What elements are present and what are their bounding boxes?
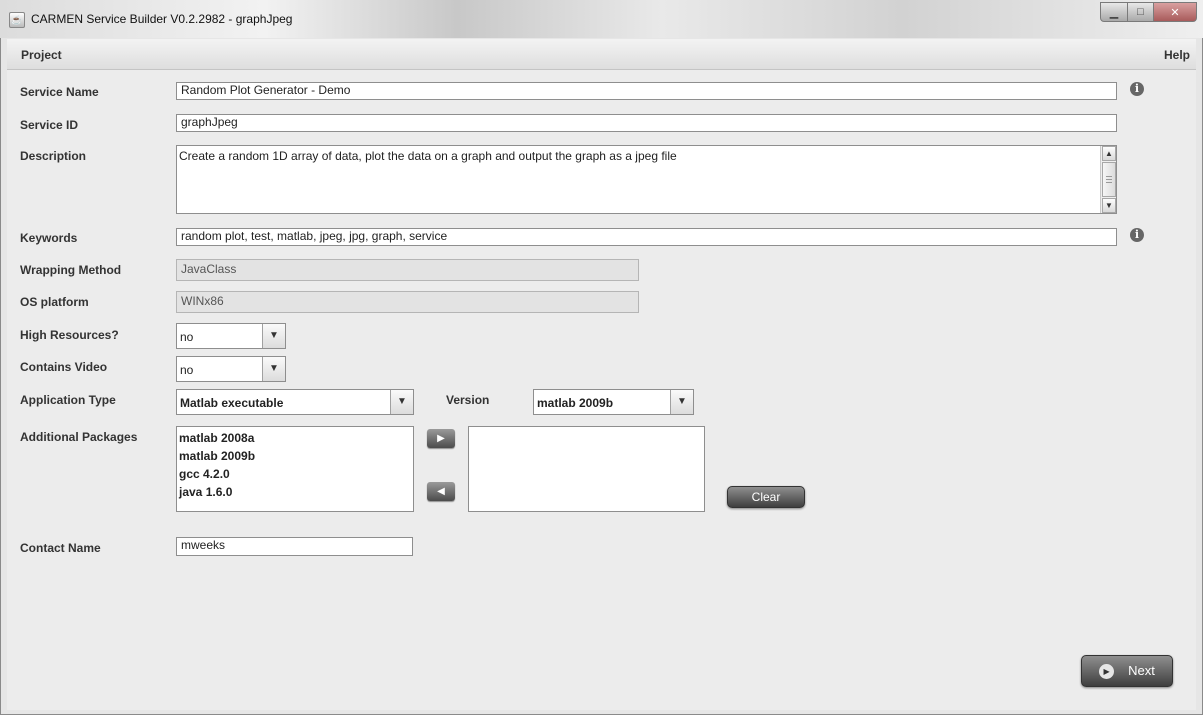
window-title: CARMEN Service Builder V0.2.2982 - graph… [31,12,293,26]
keywords-info-icon[interactable]: i [1130,228,1144,242]
description-text: Create a random 1D array of data, plot t… [179,149,677,163]
chevron-down-icon[interactable]: ▼ [262,357,285,381]
application-type-select[interactable]: Matlab executable ▼ [176,389,414,415]
chevron-down-icon[interactable]: ▼ [262,324,285,348]
remove-package-button[interactable]: ◀ [427,482,455,501]
scroll-down-icon[interactable]: ▼ [1102,198,1116,213]
os-platform-label: OS platform [20,295,89,309]
version-value: matlab 2009b [537,396,614,410]
menu-bar: Project Help [7,39,1196,70]
clear-button[interactable]: Clear [727,486,805,508]
contact-name-label: Contact Name [20,541,101,555]
application-type-label: Application Type [20,393,116,407]
contains-video-select[interactable]: no ▼ [176,356,286,382]
list-item[interactable]: gcc 4.2.0 [179,467,230,481]
next-label: Next [1128,663,1155,678]
menu-project[interactable]: Project [21,48,62,62]
scroll-thumb[interactable] [1102,162,1116,197]
chevron-down-icon[interactable]: ▼ [670,390,693,414]
arrow-left-icon: ◀ [437,486,445,497]
available-packages-list[interactable]: matlab 2008a matlab 2009b gcc 4.2.0 java… [176,426,414,512]
service-name-field[interactable]: Random Plot Generator - Demo [176,82,1117,100]
app-window: ☕ CARMEN Service Builder V0.2.2982 - gra… [0,0,1203,715]
description-scrollbar[interactable]: ▲ ▼ [1100,146,1116,213]
contains-video-label: Contains Video [20,360,108,374]
form-panel: Service Name Random Plot Generator - Dem… [7,70,1196,710]
os-platform-field: WINx86 [176,291,639,313]
title-bar: ☕ CARMEN Service Builder V0.2.2982 - gra… [0,0,1203,38]
contains-video-value: no [180,363,194,377]
wrapping-method-label: Wrapping Method [20,263,122,277]
list-item[interactable]: java 1.6.0 [179,485,232,499]
contact-name-field[interactable]: mweeks [176,537,413,556]
keywords-label: Keywords [20,231,78,245]
close-button[interactable]: ✕ [1154,2,1197,22]
service-name-info-icon[interactable]: i [1130,82,1144,96]
maximize-button[interactable]: □ [1128,2,1154,22]
minimize-button[interactable]: ▁ [1100,2,1128,22]
java-app-icon: ☕ [9,12,25,28]
play-circle-icon: ▶ [1099,664,1115,680]
keywords-field[interactable]: random plot, test, matlab, jpeg, jpg, gr… [176,228,1117,246]
menu-help[interactable]: Help [1164,48,1190,62]
window-controls: ▁ □ ✕ [1100,2,1197,22]
next-button[interactable]: ▶ Next [1081,655,1173,687]
list-item[interactable]: matlab 2009b [179,449,255,463]
service-name-label: Service Name [20,85,99,99]
add-package-button[interactable]: ▶ [427,429,455,448]
wrapping-method-field: JavaClass [176,259,639,281]
chevron-down-icon[interactable]: ▼ [390,390,413,414]
description-textarea[interactable]: Create a random 1D array of data, plot t… [176,145,1117,214]
application-type-value: Matlab executable [180,396,284,410]
list-item[interactable]: matlab 2008a [179,431,254,445]
selected-packages-list[interactable] [468,426,705,512]
arrow-right-icon: ▶ [437,433,445,444]
high-resources-label: High Resources? [20,328,119,342]
additional-packages-label: Additional Packages [20,430,138,444]
high-resources-value: no [180,330,194,344]
version-select[interactable]: matlab 2009b ▼ [533,389,694,415]
scroll-up-icon[interactable]: ▲ [1102,146,1116,161]
high-resources-select[interactable]: no ▼ [176,323,286,349]
service-id-field[interactable]: graphJpeg [176,114,1117,132]
description-label: Description [20,149,87,163]
version-label: Version [446,393,490,407]
service-id-label: Service ID [20,118,79,132]
